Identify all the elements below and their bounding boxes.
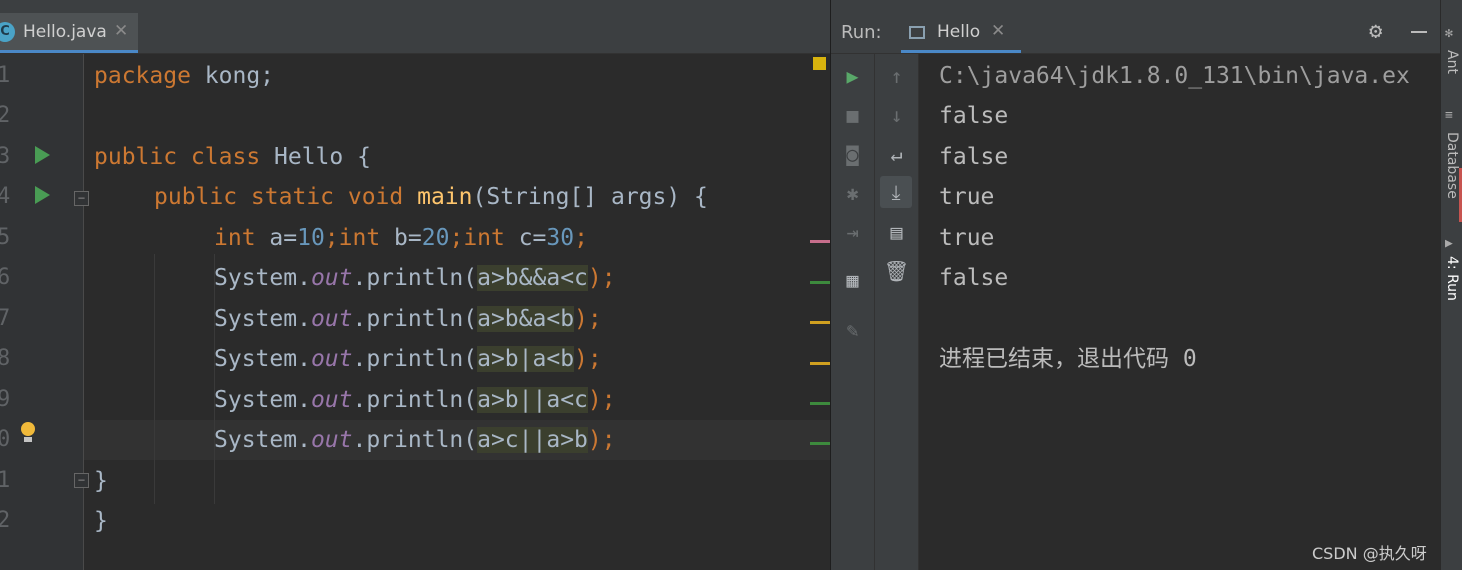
ant-icon: ✻ <box>1445 26 1453 41</box>
run-tool-window: Run: Hello ✕ ⚙ ▶ ■ ◙ ✱ ⇥ ▦ ✎ ↑ ↓ ↵ ⤓ ▤ 🗑… <box>830 0 1441 570</box>
console-output[interactable]: C:\java64\jdk1.8.0_131\bin\java.ex false… <box>919 54 1439 570</box>
console-line: false <box>939 144 1009 170</box>
stop-icon[interactable]: ■ <box>831 101 874 129</box>
code-line-10: System.out.println(a>c||a>b); <box>214 427 616 453</box>
run-header: Run: Hello ✕ ⚙ <box>831 0 1441 54</box>
run-icon: ▶ <box>1445 236 1453 251</box>
code-line-3: public class Hello { <box>94 144 371 170</box>
print-icon[interactable]: ▤ <box>875 218 918 246</box>
console-line: false <box>939 265 1009 291</box>
stripe-mark[interactable] <box>810 402 830 405</box>
java-class-icon: C <box>0 22 15 42</box>
watermark: CSDN @执久呀 <box>1312 544 1427 563</box>
lightbulb-icon[interactable] <box>21 422 35 442</box>
code-line-6: System.out.println(a>b&&a<c); <box>214 265 616 291</box>
run-tab-hello[interactable]: Hello ✕ <box>901 13 1021 53</box>
exit-icon[interactable]: ⇥ <box>831 218 874 246</box>
rerun-icon[interactable]: ▶ <box>831 62 874 90</box>
line-number: 1 <box>0 63 11 88</box>
code-line-11: } <box>94 468 108 494</box>
editor-pane: C Hello.java ✕ 1 2 3 4 5 6 7 8 9 0 1 2 −… <box>0 0 830 570</box>
line-number: 1 <box>0 468 11 493</box>
run-class-icon[interactable] <box>35 146 50 164</box>
layout-icon[interactable]: ▦ <box>831 266 874 294</box>
code-area[interactable]: package kong; public class Hello { publi… <box>84 54 830 570</box>
line-number: 7 <box>0 306 11 331</box>
scroll-to-end-icon[interactable]: ⤓ <box>880 176 912 208</box>
error-stripe[interactable] <box>810 54 830 570</box>
run-toolbar-left: ▶ ■ ◙ ✱ ⇥ ▦ ✎ <box>831 54 875 570</box>
stripe-mark[interactable] <box>810 321 830 324</box>
console-line: true <box>939 184 995 210</box>
tab-hello-java[interactable]: C Hello.java ✕ <box>0 13 138 53</box>
right-tool-strip: ✻ Ant ≡ Database ▶ 4: Run <box>1440 0 1462 570</box>
run-toolbar-right: ↑ ↓ ↵ ⤓ ▤ 🗑 <box>875 54 919 570</box>
code-line-12: } <box>94 508 108 534</box>
line-number: 6 <box>0 265 11 290</box>
database-icon: ≡ <box>1445 108 1453 123</box>
stripe-mark[interactable] <box>810 442 830 445</box>
arrow-up-icon[interactable]: ↑ <box>875 62 918 90</box>
tab-filename: Hello.java <box>23 22 107 42</box>
tool-tab-database[interactable]: Database <box>1444 132 1460 199</box>
code-line-7: System.out.println(a>b&a<b); <box>214 306 602 332</box>
console-icon <box>909 26 925 39</box>
run-tab-name: Hello <box>937 22 981 42</box>
tool-tab-ant[interactable]: Ant <box>1444 50 1460 74</box>
minimize-icon[interactable] <box>1411 31 1427 33</box>
close-tab-icon[interactable]: ✕ <box>114 21 128 41</box>
soft-wrap-icon[interactable]: ↵ <box>875 140 918 168</box>
code-line-9: System.out.println(a>b||a<c); <box>214 387 616 413</box>
indent-guide <box>154 254 155 504</box>
line-number: 4 <box>0 184 11 209</box>
stripe-mark[interactable] <box>810 362 830 365</box>
debug-bug-icon[interactable]: ✱ <box>831 179 874 207</box>
process-exit-message: 进程已结束，退出代码 0 <box>939 346 1197 372</box>
editor-tab-bar-top <box>0 0 830 11</box>
run-main-icon[interactable] <box>35 186 50 204</box>
editor-tab-bar: C Hello.java ✕ <box>0 0 830 54</box>
line-number: 2 <box>0 103 11 128</box>
line-number: 2 <box>0 508 11 533</box>
console-line: false <box>939 103 1009 129</box>
code-line-8: System.out.println(a>b|a<b); <box>214 346 602 372</box>
run-label: Run: <box>841 22 882 43</box>
close-run-tab-icon[interactable]: ✕ <box>991 21 1005 41</box>
camera-icon[interactable]: ◙ <box>831 140 874 168</box>
arrow-down-icon[interactable]: ↓ <box>875 101 918 129</box>
console-line: true <box>939 225 995 251</box>
code-line-5: int a=10;int b=20;int c=30; <box>214 225 588 251</box>
editor-gutter: 1 2 3 4 5 6 7 8 9 0 1 2 − − <box>0 54 89 570</box>
line-number: 8 <box>0 346 11 371</box>
line-number: 3 <box>0 144 11 169</box>
code-line-4: public static void main(String[] args) { <box>154 184 708 210</box>
tool-tab-run[interactable]: 4: Run <box>1444 256 1460 301</box>
console-line: C:\java64\jdk1.8.0_131\bin\java.ex <box>939 63 1410 89</box>
line-number: 5 <box>0 225 11 250</box>
pin-icon[interactable]: ✎ <box>831 316 874 344</box>
warning-indicator-icon[interactable] <box>813 57 826 70</box>
stripe-mark[interactable] <box>810 240 830 243</box>
stripe-mark[interactable] <box>810 281 830 284</box>
line-number: 9 <box>0 387 11 412</box>
trash-icon[interactable]: 🗑 <box>875 257 918 285</box>
line-number: 0 <box>0 427 11 452</box>
code-line-1: package kong; <box>94 63 275 89</box>
gear-icon[interactable]: ⚙ <box>1369 19 1382 44</box>
